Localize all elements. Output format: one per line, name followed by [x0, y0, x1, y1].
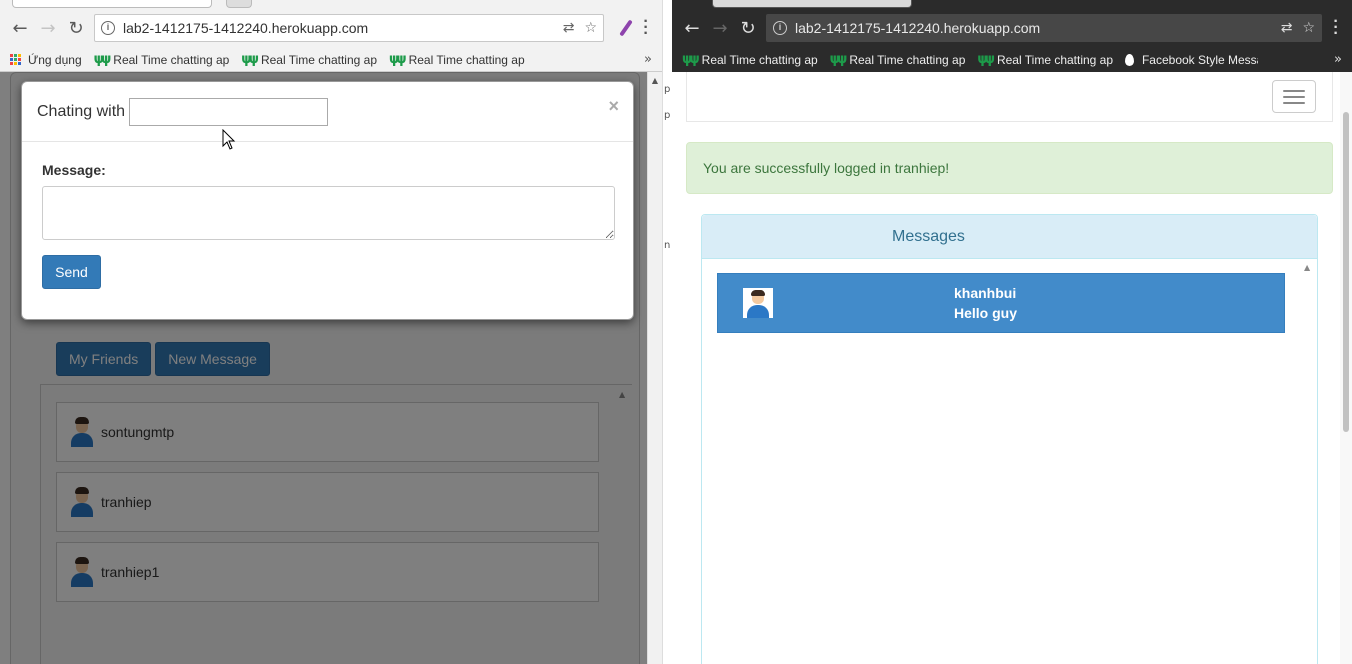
avatar [743, 288, 773, 318]
back-icon[interactable]: ← [678, 14, 706, 42]
scroll-up-icon[interactable]: ▲ [648, 76, 662, 85]
hamburger-menu-icon[interactable] [1272, 80, 1316, 113]
tab-strip [0, 0, 662, 8]
modal-body: Message: Send [22, 142, 633, 309]
bookmark-label: Real Time chatting ap [113, 52, 230, 67]
right-page: You are successfully logged in tranhiep!… [672, 72, 1352, 664]
translate-icon[interactable]: ⇄ [563, 20, 575, 36]
bookmark-item[interactable]: Facebook Style Messa [1124, 52, 1258, 67]
background-window-fragment: n [664, 240, 671, 251]
chat-modal: Chating with × Message: Send [21, 81, 634, 320]
bookmark-item[interactable]: ψψ Real Time chatting ap [389, 52, 525, 67]
bookmark-label: Real Time chatting ap [996, 52, 1113, 67]
bookmark-item[interactable]: ψψ Real Time chatting ap [830, 52, 966, 67]
extension-feather-icon[interactable] [616, 18, 636, 38]
forward-icon[interactable]: → [34, 14, 62, 42]
background-window-fragment: p [664, 84, 671, 95]
bookmark-apps[interactable]: Ứng dụng [10, 53, 82, 67]
site-info-icon[interactable]: i [101, 21, 115, 35]
bookmark-label: Real Time chatting ap [849, 52, 966, 67]
browser-tab-active[interactable] [712, 0, 912, 8]
bookmark-item[interactable]: ψψ Real Time chatting ap [241, 52, 377, 67]
message-label: Message: [42, 162, 106, 178]
bookmarks-bar: ψψ Real Time chatting ap ψψ Real Time ch… [672, 48, 1352, 72]
window-divider: p p n [662, 0, 672, 664]
grass-favicon-icon: ψψ [241, 52, 259, 67]
address-bar[interactable]: i lab2-1412175-1412240.herokuapp.com ⇄ ☆ [766, 14, 1322, 42]
browser-toolbar: ← → ↻ i lab2-1412175-1412240.herokuapp.c… [672, 8, 1352, 48]
left-page: My Friends New Message ▲ sontungmtp tran… [0, 72, 662, 664]
bookmark-label: Real Time chatting ap [260, 52, 377, 67]
send-button[interactable]: Send [42, 255, 101, 289]
bookmark-star-icon[interactable]: ☆ [584, 20, 597, 36]
bookmarks-overflow-icon[interactable]: » [1334, 52, 1342, 67]
bookmark-item[interactable]: ψψ Real Time chatting ap [94, 52, 230, 67]
grass-favicon-icon: ψψ [388, 52, 407, 67]
grass-favicon-icon: ψψ [829, 52, 848, 67]
grass-favicon-icon: ψψ [93, 52, 112, 67]
egg-favicon-icon [1124, 53, 1134, 66]
site-info-icon[interactable]: i [773, 21, 787, 35]
navbar [686, 72, 1333, 122]
success-alert: You are successfully logged in tranhiep! [686, 142, 1333, 194]
bookmark-item[interactable]: ψψ Real Time chatting ap [977, 52, 1113, 67]
mouse-cursor-icon [222, 129, 236, 150]
bookmark-star-icon[interactable]: ☆ [1302, 20, 1315, 36]
page-scrollbar[interactable] [1340, 72, 1352, 664]
reload-icon[interactable]: ↻ [62, 14, 90, 42]
url-text[interactable]: lab2-1412175-1412240.herokuapp.com [123, 20, 553, 36]
message-textarea[interactable] [42, 186, 615, 240]
modal-title: Chating with [37, 102, 126, 120]
panel-scroll-up-icon[interactable]: ▲ [1304, 263, 1310, 272]
message-content: khanhbui Hello guy [954, 283, 1017, 323]
browser-tab-active[interactable] [12, 0, 212, 8]
bookmark-label: Facebook Style Messa [1141, 52, 1258, 67]
message-sender: khanhbui [954, 285, 1017, 301]
bookmark-item[interactable]: ψψ Real Time chatting ap [682, 52, 818, 67]
reload-icon[interactable]: ↻ [734, 14, 762, 42]
back-icon[interactable]: ← [6, 14, 34, 42]
apps-grid-icon [10, 53, 22, 66]
background-window-fragment: p [664, 110, 671, 121]
panel-title: Messages [702, 215, 1317, 259]
bookmarks-bar: Ứng dụng ψψ Real Time chatting ap ψψ Rea… [0, 48, 662, 72]
grass-favicon-icon: ψψ [977, 52, 995, 67]
left-browser-window: ← → ↻ i lab2-1412175-1412240.herokuapp.c… [0, 0, 662, 664]
right-browser-window: ← → ↻ i lab2-1412175-1412240.herokuapp.c… [672, 0, 1352, 664]
browser-menu-icon[interactable]: · · · [1326, 14, 1346, 42]
bookmark-label: Real Time chatting ap [701, 52, 818, 67]
message-text: Hello guy [954, 305, 1018, 321]
bookmarks-overflow-icon[interactable]: » [644, 52, 652, 67]
page-scrollbar[interactable]: ▲ [647, 72, 662, 664]
translate-icon[interactable]: ⇄ [1281, 20, 1293, 36]
messages-panel: Messages ▲ khanhbui Hello guy [701, 214, 1318, 664]
close-icon[interactable]: × [608, 96, 619, 117]
url-text[interactable]: lab2-1412175-1412240.herokuapp.com [795, 20, 1271, 36]
browser-toolbar: ← → ↻ i lab2-1412175-1412240.herokuapp.c… [0, 8, 662, 48]
browser-tab-new[interactable] [226, 0, 252, 8]
scrollbar-thumb[interactable] [1343, 112, 1349, 432]
modal-header: Chating with × [22, 82, 633, 142]
bookmark-label: Real Time chatting ap [408, 52, 525, 67]
forward-icon[interactable]: → [706, 14, 734, 42]
browser-menu-icon[interactable]: · · · [636, 14, 656, 42]
grass-favicon-icon: ψψ [682, 52, 700, 67]
bookmark-label: Ứng dụng [28, 52, 82, 67]
address-bar[interactable]: i lab2-1412175-1412240.herokuapp.com ⇄ ☆ [94, 14, 604, 42]
tab-strip [672, 0, 1352, 8]
chat-with-input[interactable] [129, 97, 329, 126]
message-item[interactable]: khanhbui Hello guy [717, 273, 1285, 333]
